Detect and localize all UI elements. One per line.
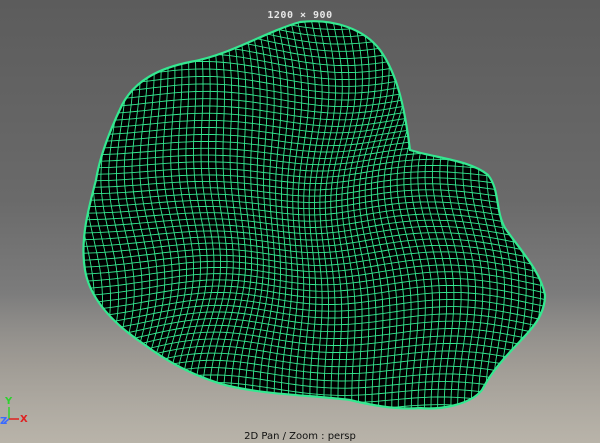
wire-edge — [510, 21, 527, 409]
wire-edge — [83, 21, 87, 409]
wire-edge — [40, 10, 55, 443]
wire-edge — [518, 21, 534, 409]
wire-edge — [535, 21, 545, 409]
wire-edge — [61, 11, 78, 443]
axis-orientation-gizmo: Y Z X — [0, 395, 40, 431]
axis-z-label: Z — [0, 416, 8, 427]
axis-y-label: Y — [5, 396, 13, 407]
wire-edge — [55, 11, 71, 443]
axis-x-label: X — [20, 414, 28, 425]
wire-edge — [83, 21, 545, 23]
wire-edge — [567, 6, 577, 439]
wire-edge — [551, 5, 562, 438]
wireframe-mesh[interactable] — [0, 0, 600, 443]
wire-edge — [502, 21, 520, 409]
perspective-viewport[interactable]: 1200 × 900 Y Z X 2D Pan / Zoom : persp — [0, 0, 600, 443]
wire-edge — [47, 10, 62, 443]
wire-edge — [83, 404, 545, 409]
wire-edge — [527, 21, 542, 409]
wire-edge — [83, 397, 545, 409]
wire-edge — [559, 6, 570, 439]
camera-name-label: 2D Pan / Zoom : persp — [244, 431, 356, 442]
wire-edge — [543, 21, 545, 409]
